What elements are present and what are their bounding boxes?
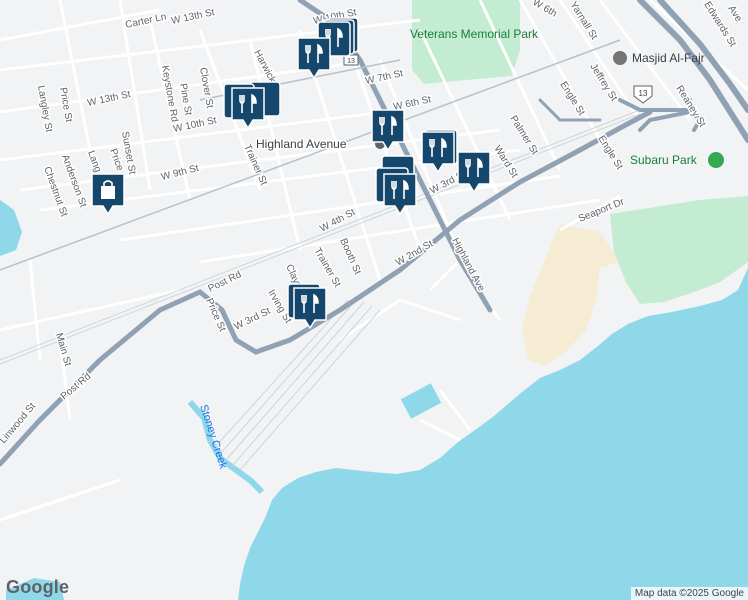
stadium-label: Subaru Park xyxy=(630,153,698,167)
park-area xyxy=(412,0,520,84)
map-attribution[interactable]: Map data ©2025 Google xyxy=(630,587,748,600)
svg-text:13: 13 xyxy=(347,58,355,65)
mosque-icon xyxy=(613,51,627,65)
station-label: Highland Avenue xyxy=(256,137,347,151)
map-canvas[interactable]: Carter Ln W 13th St W 10th St Price St W… xyxy=(0,0,748,600)
stadium-icon xyxy=(708,152,724,168)
mosque-label: Masjid Al-Fajr xyxy=(632,51,705,65)
park-label: Veterans Memorial Park xyxy=(410,27,539,41)
svg-text:13: 13 xyxy=(639,89,648,98)
google-logo: Google xyxy=(6,577,70,597)
